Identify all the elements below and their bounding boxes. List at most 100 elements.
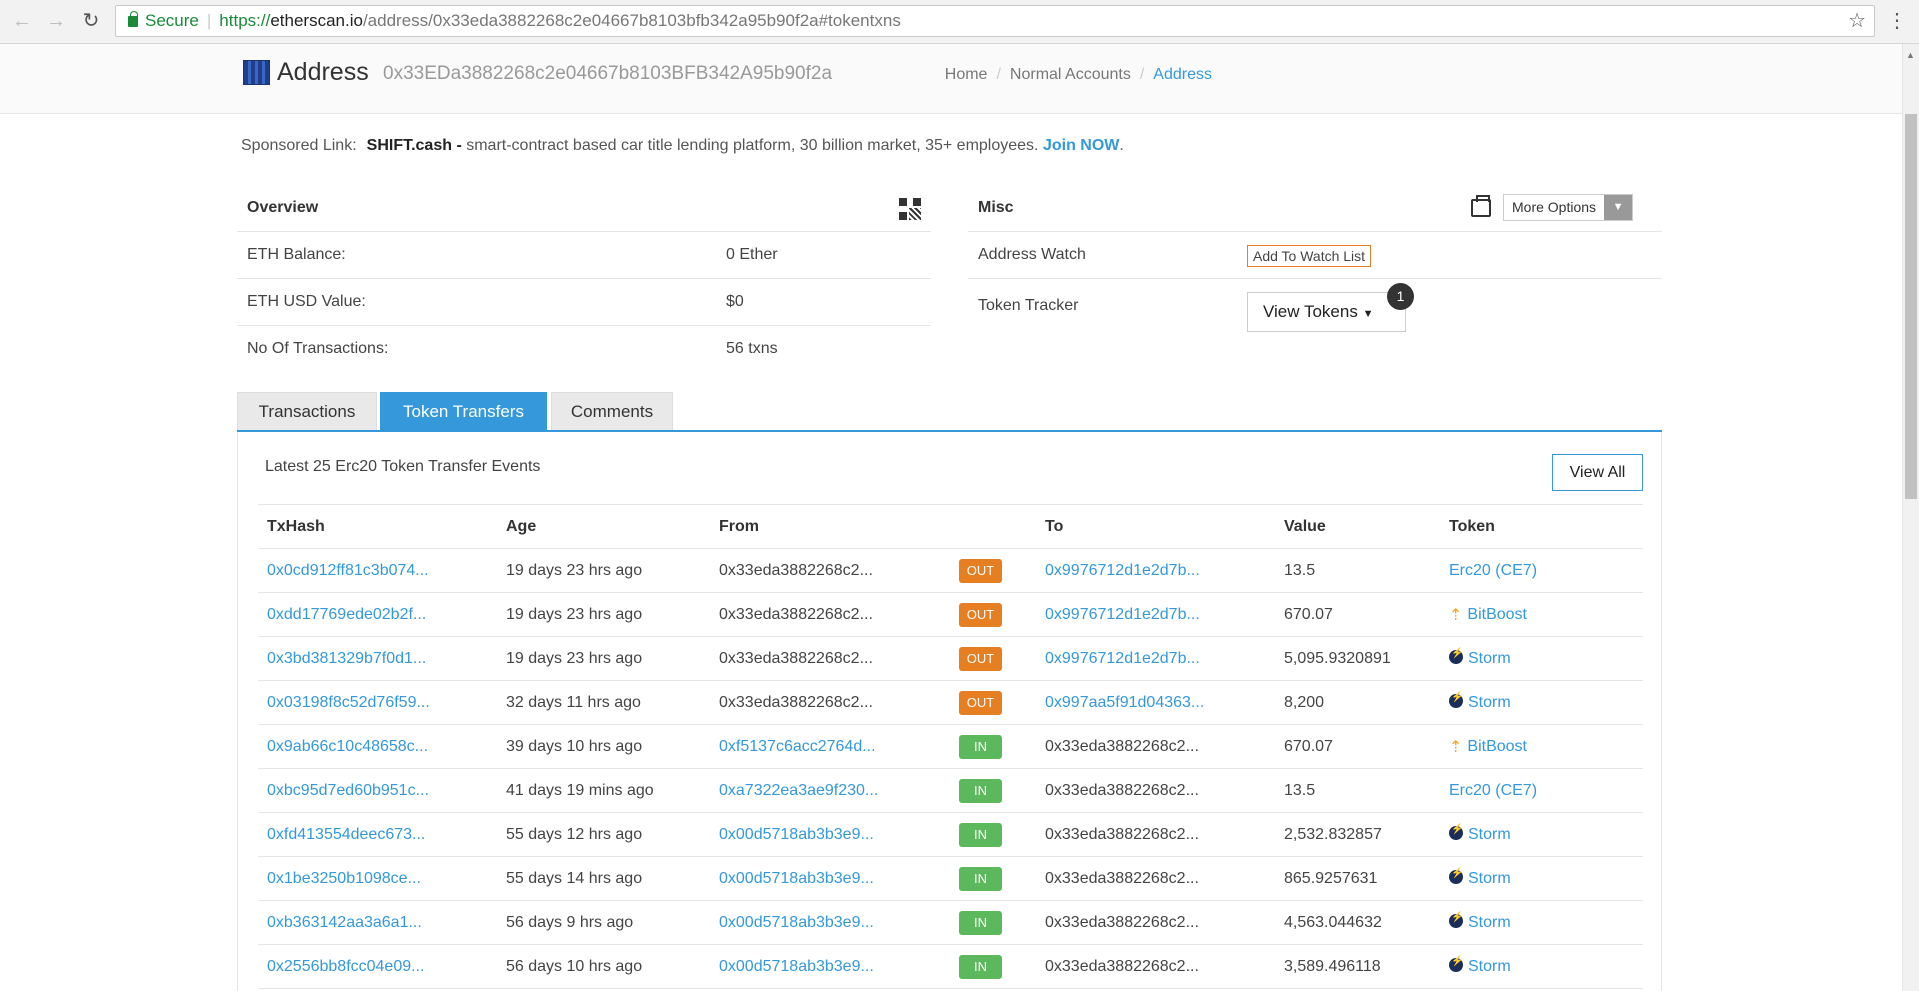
scroll-up-arrow-icon[interactable]: ▲ xyxy=(1906,50,1915,60)
from-address[interactable]: 0xf5137c6acc2764d... xyxy=(719,738,876,755)
join-now-link[interactable]: Join NOW xyxy=(1043,137,1119,154)
tx-hash-link[interactable]: 0xbc95d7ed60b951c... xyxy=(267,782,429,799)
transfer-value: 5,095.9320891 xyxy=(1284,649,1391,667)
page-scrollbar[interactable]: ▲ xyxy=(1902,44,1919,991)
token-link[interactable]: Storm xyxy=(1468,958,1511,975)
to-address[interactable]: 0x997aa5f91d04363... xyxy=(1045,694,1204,711)
token-transfers-panel: Latest 25 Erc20 Token Transfer Events Vi… xyxy=(237,432,1662,991)
breadcrumb-separator: / xyxy=(996,66,1001,83)
back-arrow-icon[interactable]: ← xyxy=(10,9,34,33)
to-address: 0x33eda3882268c2... xyxy=(1045,913,1199,931)
browser-menu-icon[interactable]: ⋮ xyxy=(1887,10,1907,32)
from-address: 0x33eda3882268c2... xyxy=(719,649,873,667)
token-link[interactable]: Storm xyxy=(1468,694,1511,711)
from-address: 0x33eda3882268c2... xyxy=(719,605,873,623)
col-header-from: From xyxy=(710,504,950,549)
view-all-button[interactable]: View All xyxy=(1552,454,1643,491)
col-header-age: Age xyxy=(497,504,710,549)
direction-badge: IN xyxy=(959,778,1002,803)
add-to-watch-list-button[interactable]: Add To Watch List xyxy=(1247,245,1372,267)
lock-icon xyxy=(128,11,138,27)
overview-row: No Of Transactions: 56 txns xyxy=(237,326,931,373)
transfer-value: 865.9257631 xyxy=(1284,869,1378,887)
from-address[interactable]: 0xa7322ea3ae9f230... xyxy=(719,782,878,799)
to-address[interactable]: 0x9976712d1e2d7b... xyxy=(1045,562,1200,579)
from-address[interactable]: 0x00d5718ab3b3e9... xyxy=(719,958,874,975)
breadcrumb-home[interactable]: Home xyxy=(945,66,988,83)
table-row: 0x0cd912ff81c3b074... 19 days 23 hrs ago 0… xyxy=(258,548,1643,593)
tx-hash-link[interactable]: 0x2556bb8fcc04e09... xyxy=(267,958,424,975)
reload-icon[interactable]: ↻ xyxy=(79,9,103,33)
scrollbar-thumb[interactable] xyxy=(1905,114,1917,499)
chevron-down-icon: ▼ xyxy=(1604,195,1633,220)
token-transfers-table: TxHash Age From To Value Token 0x0cd912f… xyxy=(258,504,1643,989)
from-address: 0x33eda3882268c2... xyxy=(719,693,873,711)
eth-balance-value: 0 Ether xyxy=(726,246,778,263)
col-header-txhash: TxHash xyxy=(258,504,497,549)
bitboost-token-icon: ⇡ xyxy=(1449,738,1463,756)
tx-age: 56 days 9 hrs ago xyxy=(506,913,634,931)
transfer-value: 3,589.496118 xyxy=(1284,957,1381,975)
page-title: Address xyxy=(277,58,369,86)
tx-age: 55 days 14 hrs ago xyxy=(506,869,643,887)
direction-badge: OUT xyxy=(959,602,1002,627)
token-link[interactable]: Erc20 (CE7) xyxy=(1449,562,1537,579)
more-options-label: More Options xyxy=(1512,199,1597,215)
table-row: 0x1be3250b1098ce... 55 days 14 hrs ago 0x0… xyxy=(258,856,1643,901)
tab-comments[interactable]: Comments xyxy=(551,392,673,430)
print-icon[interactable] xyxy=(1471,195,1491,217)
storm-token-icon xyxy=(1449,648,1463,664)
from-address[interactable]: 0x00d5718ab3b3e9... xyxy=(719,826,874,843)
view-tokens-label: View Tokens xyxy=(1263,302,1358,321)
breadcrumb-normal-accounts[interactable]: Normal Accounts xyxy=(1010,66,1131,83)
forward-arrow-icon[interactable]: → xyxy=(44,9,68,33)
token-link[interactable]: BitBoost xyxy=(1467,606,1527,623)
sponsor-suffix: . xyxy=(1119,137,1124,154)
bookmark-star-icon[interactable]: ☆ xyxy=(1848,6,1866,36)
transfer-value: 13.5 xyxy=(1284,561,1316,579)
storm-token-icon xyxy=(1449,868,1463,884)
token-link[interactable]: Storm xyxy=(1468,826,1511,843)
from-address[interactable]: 0x00d5718ab3b3e9... xyxy=(719,914,874,931)
token-link[interactable]: Storm xyxy=(1468,870,1511,887)
token-count-badge: 1 xyxy=(1387,283,1414,310)
col-header-value: Value xyxy=(1275,504,1440,549)
token-link[interactable]: BitBoost xyxy=(1467,738,1527,755)
tab-token-transfers[interactable]: Token Transfers xyxy=(380,392,547,430)
table-row: 0xb363142aa3a6a1... 56 days 9 hrs ago 0x00… xyxy=(258,900,1643,945)
view-tokens-dropdown[interactable]: View Tokens ▼ xyxy=(1247,292,1406,332)
to-address[interactable]: 0x9976712d1e2d7b... xyxy=(1045,606,1200,623)
tx-hash-link[interactable]: 0xfd413554deec673... xyxy=(267,826,425,843)
direction-badge: OUT xyxy=(959,558,1002,583)
to-address[interactable]: 0x9976712d1e2d7b... xyxy=(1045,650,1200,667)
breadcrumb: Home / Normal Accounts / Address xyxy=(945,66,1212,84)
storm-token-icon xyxy=(1449,912,1463,928)
direction-badge: IN xyxy=(959,734,1002,759)
eth-usd-value: $0 xyxy=(726,293,744,310)
tx-hash-link[interactable]: 0x1be3250b1098ce... xyxy=(267,870,421,887)
from-address[interactable]: 0x00d5718ab3b3e9... xyxy=(719,870,874,887)
to-address: 0x33eda3882268c2... xyxy=(1045,957,1199,975)
tx-hash-link[interactable]: 0xdd17769ede02b2f... xyxy=(267,606,426,623)
page-header: Address 0x33EDa3882268c2e04667b8103BFB34… xyxy=(0,44,1902,114)
tx-hash-link[interactable]: 0x9ab66c10c48658c... xyxy=(267,738,428,755)
table-row: 0x3bd381329b7f0d1... 19 days 23 hrs ago 0x… xyxy=(258,636,1643,681)
token-link[interactable]: Erc20 (CE7) xyxy=(1449,782,1537,799)
direction-badge: IN xyxy=(959,954,1002,979)
tx-age: 19 days 23 hrs ago xyxy=(506,561,643,579)
token-tracker-label: Token Tracker xyxy=(978,297,1079,314)
tab-transactions[interactable]: Transactions xyxy=(237,392,377,430)
tx-hash-link[interactable]: 0x03198f8c52d76f59... xyxy=(267,694,430,711)
address-bar[interactable]: Secure | https://etherscan.io/address/0x33… xyxy=(115,5,1875,37)
tx-hash-link[interactable]: 0x3bd381329b7f0d1... xyxy=(267,650,426,667)
qr-code-icon[interactable] xyxy=(899,198,921,220)
tx-age: 41 days 19 mins ago xyxy=(506,781,654,799)
tx-hash-link[interactable]: 0x0cd912ff81c3b074... xyxy=(267,562,429,579)
tx-hash-link[interactable]: 0xb363142aa3a6a1... xyxy=(267,914,422,931)
more-options-button[interactable]: More Options ▼ xyxy=(1503,194,1634,221)
direction-badge: IN xyxy=(959,866,1002,891)
tx-age: 55 days 12 hrs ago xyxy=(506,825,643,843)
token-link[interactable]: Storm xyxy=(1468,650,1511,667)
token-link[interactable]: Storm xyxy=(1468,914,1511,931)
address-watch-label: Address Watch xyxy=(978,246,1086,263)
